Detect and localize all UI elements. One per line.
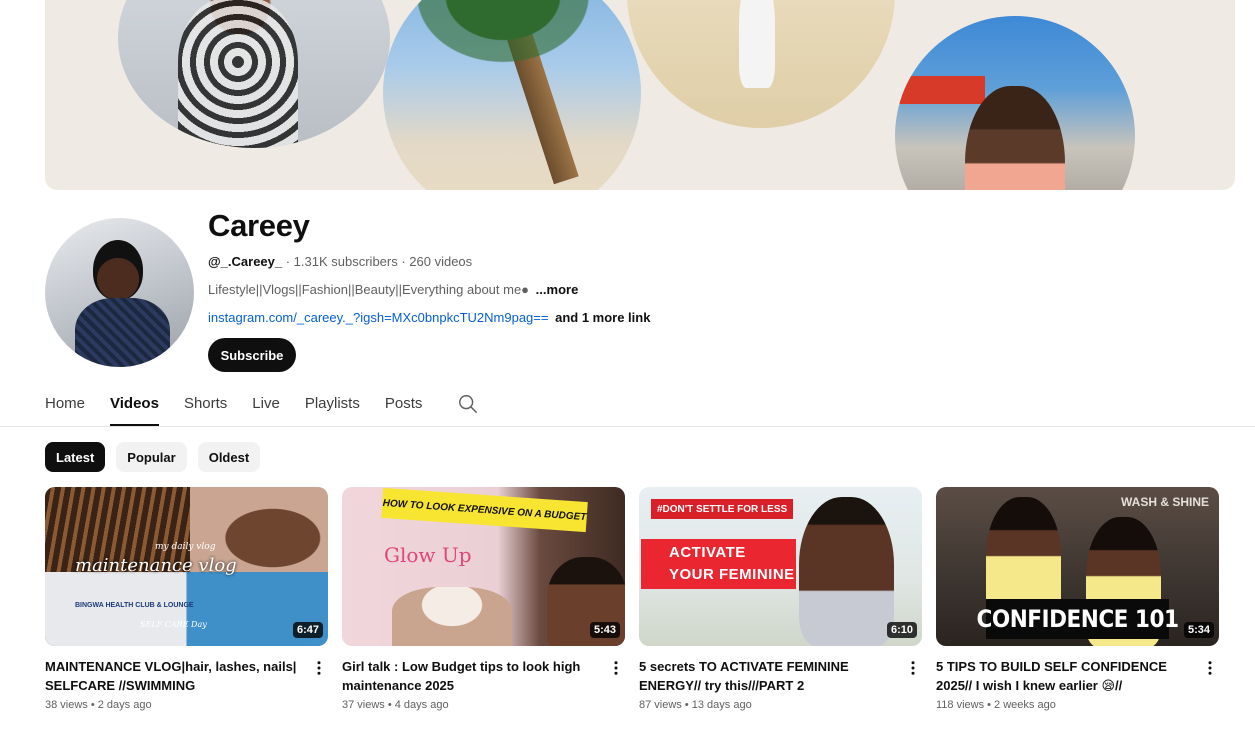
video-card[interactable]: WASH & SHINE CONFIDENCE 101 5:34 5 TIPS … bbox=[936, 487, 1219, 711]
banner-photo bbox=[118, 0, 390, 148]
description-more-link[interactable]: ...more bbox=[536, 282, 579, 297]
description-text: Lifestyle||Vlogs||Fashion||Beauty||Every… bbox=[208, 282, 530, 297]
video-card[interactable]: my daily vlog maintenance vlog BINGWA HE… bbox=[45, 487, 328, 711]
thumbnail-text: CONFIDENCE 101 bbox=[977, 599, 1179, 639]
thumbnail-text: YOUR FEMININE bbox=[669, 566, 795, 583]
more-links-button[interactable]: and 1 more link bbox=[555, 310, 650, 325]
video-meta: 38 views • 2 days ago bbox=[45, 699, 152, 711]
chip-popular[interactable]: Popular bbox=[116, 442, 187, 472]
video-meta: 37 views • 4 days ago bbox=[342, 699, 449, 711]
video-meta: 118 views • 2 weeks ago bbox=[936, 699, 1056, 711]
banner-photo bbox=[895, 16, 1135, 190]
video-card[interactable]: #DON'T SETTLE FOR LESS ACTIVATE YOUR FEM… bbox=[639, 487, 922, 711]
channel-description[interactable]: Lifestyle||Vlogs||Fashion||Beauty||Every… bbox=[208, 282, 578, 297]
video-title-row: 5 TIPS TO BUILD SELF CONFIDENCE 2025// I… bbox=[936, 657, 1219, 695]
video-thumbnail[interactable]: #DON'T SETTLE FOR LESS ACTIVATE YOUR FEM… bbox=[639, 487, 922, 646]
thumbnail-art bbox=[392, 587, 512, 646]
chip-latest[interactable]: Latest bbox=[45, 442, 106, 472]
banner-photo bbox=[627, 0, 895, 128]
channel-meta: @_.Careey_ · 1.31K subscribers · 260 vid… bbox=[208, 254, 472, 269]
tab-videos[interactable]: Videos bbox=[110, 388, 159, 426]
thumbnail-text: WASH & SHINE bbox=[1120, 495, 1209, 509]
more-vert-icon[interactable] bbox=[904, 659, 922, 677]
channel-page: Careey @_.Careey_ · 1.31K subscribers · … bbox=[0, 0, 1255, 731]
tab-posts[interactable]: Posts bbox=[385, 388, 423, 426]
channel-tabs: Home Videos Shorts Live Playlists Posts bbox=[45, 388, 479, 428]
channel-name: Careey bbox=[208, 208, 310, 243]
video-title-row: 5 secrets TO ACTIVATE FEMININE ENERGY// … bbox=[639, 657, 922, 695]
video-thumbnail[interactable]: WASH & SHINE CONFIDENCE 101 5:34 bbox=[936, 487, 1219, 646]
channel-banner bbox=[45, 0, 1235, 190]
channel-links: instagram.com/_careey._?igsh=MXc0bnpkcTU… bbox=[208, 310, 650, 325]
video-duration: 5:43 bbox=[589, 622, 620, 638]
thumbnail-text: Glow Up bbox=[384, 543, 472, 567]
channel-handle: @_.Careey_ bbox=[208, 254, 283, 269]
chip-oldest[interactable]: Oldest bbox=[197, 442, 261, 472]
video-title[interactable]: 5 TIPS TO BUILD SELF CONFIDENCE 2025// I… bbox=[936, 657, 1191, 695]
search-icon[interactable] bbox=[457, 393, 479, 415]
subscribe-button[interactable]: Subscribe bbox=[208, 338, 296, 372]
video-title[interactable]: Girl talk : Low Budget tips to look high… bbox=[342, 657, 597, 695]
thumbnail-text: SELF CARE Day bbox=[140, 620, 207, 629]
tab-home[interactable]: Home bbox=[45, 388, 85, 426]
video-title[interactable]: MAINTENANCE VLOG|hair, lashes, nails| SE… bbox=[45, 657, 300, 695]
thumbnail-text: BINGWA HEALTH CLUB & LOUNGE bbox=[75, 602, 194, 609]
tab-playlists[interactable]: Playlists bbox=[305, 388, 360, 426]
thumbnail-art bbox=[45, 572, 328, 646]
more-vert-icon[interactable] bbox=[607, 659, 625, 677]
video-duration: 5:34 bbox=[1183, 622, 1214, 638]
video-thumbnail[interactable]: HOW TO LOOK EXPENSIVE ON A BUDGET Glow U… bbox=[342, 487, 625, 646]
video-thumbnail[interactable]: my daily vlog maintenance vlog BINGWA HE… bbox=[45, 487, 328, 646]
video-duration: 6:47 bbox=[292, 622, 323, 638]
video-card[interactable]: HOW TO LOOK EXPENSIVE ON A BUDGET Glow U… bbox=[342, 487, 625, 711]
sort-chips: Latest Popular Oldest bbox=[45, 442, 261, 472]
thumbnail-text: HOW TO LOOK EXPENSIVE ON A BUDGET bbox=[381, 487, 588, 533]
thumbnail-text: my daily vlog bbox=[155, 542, 216, 552]
more-vert-icon[interactable] bbox=[310, 659, 328, 677]
tab-live[interactable]: Live bbox=[252, 388, 280, 426]
thumbnail-text: ACTIVATE bbox=[669, 544, 746, 561]
channel-stats: · 1.31K subscribers · 260 videos bbox=[282, 254, 473, 269]
video-title-row: MAINTENANCE VLOG|hair, lashes, nails| SE… bbox=[45, 657, 328, 695]
video-title-row: Girl talk : Low Budget tips to look high… bbox=[342, 657, 625, 695]
video-title[interactable]: 5 secrets TO ACTIVATE FEMININE ENERGY// … bbox=[639, 657, 894, 695]
tab-shorts[interactable]: Shorts bbox=[184, 388, 227, 426]
thumbnail-art bbox=[799, 497, 894, 646]
instagram-link[interactable]: instagram.com/_careey._?igsh=MXc0bnpkcTU… bbox=[208, 310, 548, 325]
banner-photo bbox=[383, 0, 641, 190]
channel-avatar[interactable] bbox=[45, 218, 194, 367]
tabs-divider bbox=[0, 426, 1255, 427]
more-vert-icon[interactable] bbox=[1201, 659, 1219, 677]
thumbnail-text: maintenance vlog bbox=[75, 555, 237, 576]
thumbnail-text: #DON'T SETTLE FOR LESS bbox=[651, 499, 794, 519]
video-duration: 6:10 bbox=[886, 622, 917, 638]
video-meta: 87 views • 13 days ago bbox=[639, 699, 752, 711]
